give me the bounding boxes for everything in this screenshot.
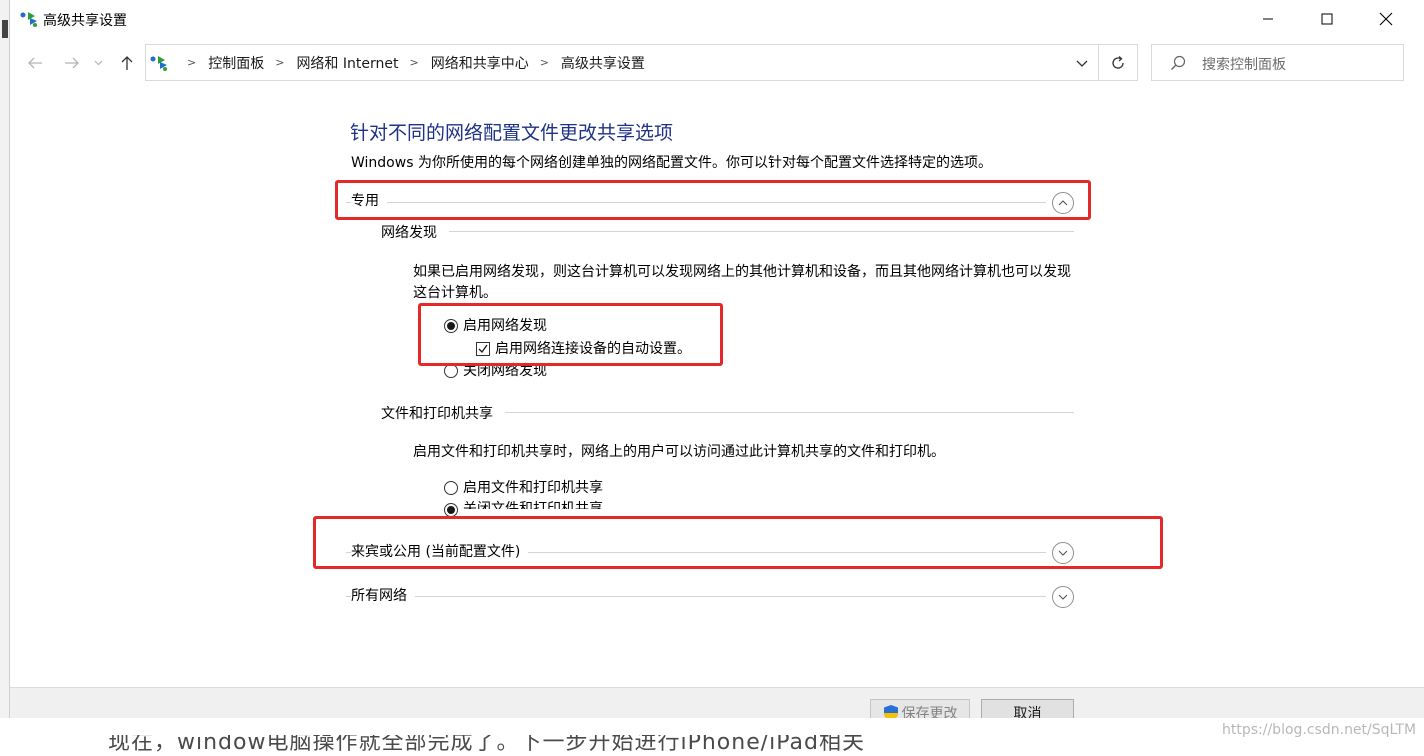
expand-all-networks-button[interactable] (1052, 586, 1074, 608)
chevron-down-icon (94, 60, 102, 66)
file-printer-sharing-off-label[interactable]: 关闭文件和打印机共享 (463, 499, 603, 509)
up-button[interactable] (114, 52, 140, 74)
breadcrumb-control-panel[interactable]: 控制面板 (208, 53, 264, 73)
recent-locations-button[interactable] (90, 52, 106, 74)
network-discovery-description: 如果已启用网络发现，则这台计算机可以发现网络上的其他计算机和设备，而且其他网络计… (413, 264, 1071, 301)
address-bar[interactable]: > 控制面板 > 网络和 Internet > 网络和共享中心 > 高级共享设置 (145, 44, 1099, 81)
breadcrumb-advanced-sharing[interactable]: 高级共享设置 (561, 53, 645, 73)
arrow-left-icon (28, 57, 42, 69)
chevron-right-icon[interactable]: > (409, 56, 418, 69)
arrow-right-icon (65, 57, 79, 69)
chevron-right-icon: > (187, 56, 197, 69)
address-dropdown-icon[interactable] (1074, 55, 1090, 71)
divider (381, 231, 1074, 232)
highlight-box (313, 516, 1163, 569)
close-button[interactable] (1357, 0, 1415, 38)
chevron-right-icon[interactable]: > (540, 56, 549, 69)
background-glyph (2, 20, 8, 38)
back-button[interactable] (22, 52, 48, 74)
title-bar: 高级共享设置 (10, 0, 1424, 38)
arrow-up-icon (121, 56, 133, 70)
chevron-down-icon (1058, 594, 1068, 600)
breadcrumb: > 控制面板 > 网络和 Internet > 网络和共享中心 > 高级共享设置 (176, 45, 645, 80)
file-printer-sharing-on-radio[interactable] (444, 481, 458, 495)
minimize-button[interactable] (1239, 0, 1297, 38)
advanced-sharing-window: 高级共享设置 > 控制面板 > 网络和 Internet > 网络和共享中心 >… (9, 0, 1424, 727)
chevron-right-icon[interactable]: > (275, 56, 284, 69)
file-printer-sharing-label: 文件和打印机共享 (381, 403, 505, 423)
refresh-icon (1112, 55, 1124, 69)
network-sharing-icon (20, 12, 37, 27)
search-icon (1171, 55, 1186, 70)
network-discovery-label: 网络发现 (381, 222, 449, 242)
refresh-button[interactable] (1099, 44, 1138, 81)
page-description: Windows 为你所使用的每个网络创建单独的网络配置文件。你可以针对每个配置文… (351, 155, 992, 171)
highlight-box (418, 303, 723, 366)
maximize-icon (1321, 13, 1333, 25)
search-placeholder: 搜索控制面板 (1202, 57, 1286, 73)
breadcrumb-network-internet[interactable]: 网络和 Internet (296, 53, 398, 73)
maximize-button[interactable] (1298, 0, 1356, 38)
highlight-box (335, 180, 1091, 220)
search-input[interactable]: 搜索控制面板 (1151, 44, 1404, 81)
network-discovery-off-radio[interactable] (444, 364, 458, 378)
file-printer-sharing-description: 启用文件和打印机共享时，网络上的用户可以访问通过此计算机共享的文件和打印机。 (413, 444, 945, 460)
watermark: https://blog.csdn.net/SqLTM (1222, 722, 1417, 738)
close-icon (1379, 12, 1393, 26)
background-page-edge (0, 0, 9, 750)
breadcrumb-network-sharing-center[interactable]: 网络和共享中心 (431, 53, 529, 73)
page-title: 针对不同的网络配置文件更改共享选项 (350, 122, 674, 144)
file-printer-sharing-on-label[interactable]: 启用文件和打印机共享 (463, 477, 603, 497)
divider (346, 596, 1046, 597)
file-printer-sharing-off-radio[interactable] (444, 503, 458, 517)
profile-all-networks-label[interactable]: 所有网络 (351, 585, 415, 605)
network-sharing-icon (150, 56, 167, 71)
minimize-icon (1263, 18, 1273, 20)
window-title: 高级共享设置 (43, 13, 127, 29)
footer-bar (10, 687, 1424, 718)
forward-button[interactable] (59, 52, 85, 74)
